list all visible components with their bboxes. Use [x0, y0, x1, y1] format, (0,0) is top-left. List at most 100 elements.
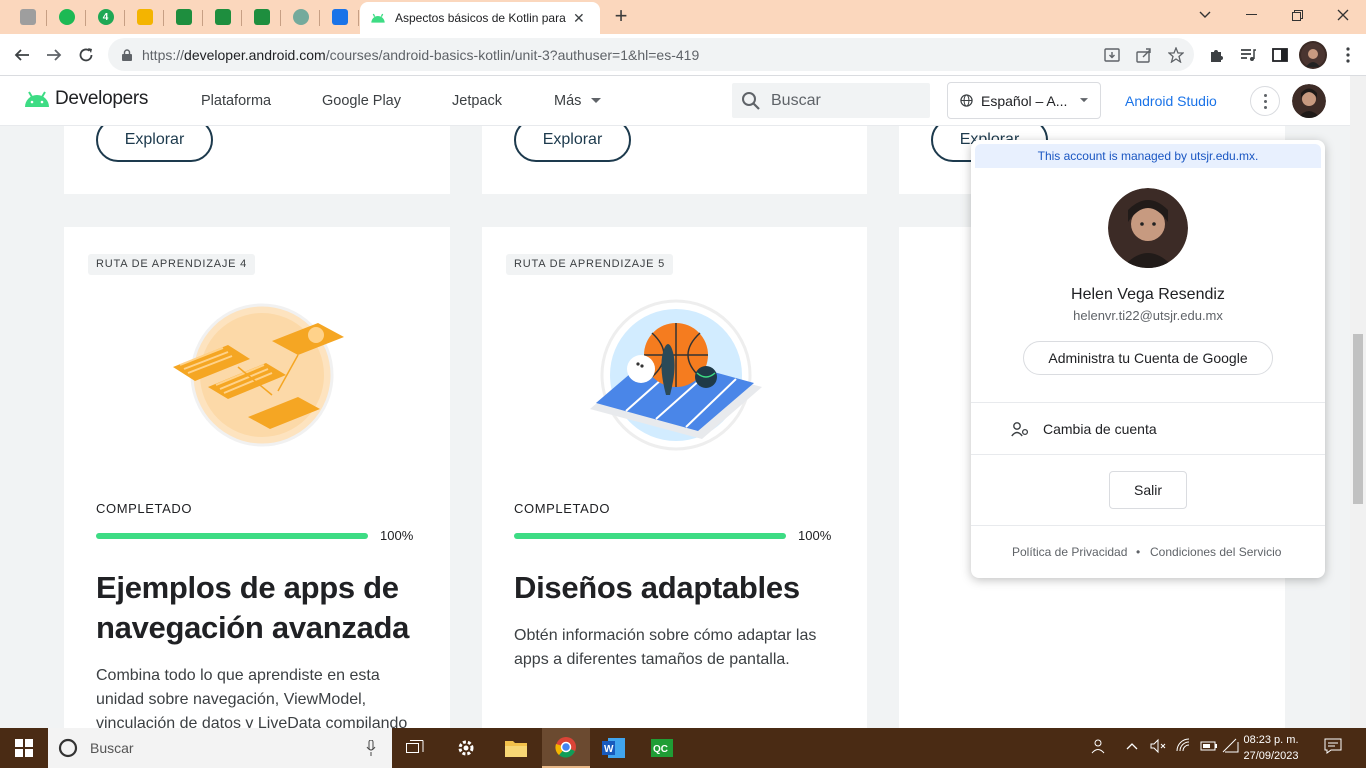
word-icon[interactable]: W [590, 728, 638, 768]
terms-of-service-link[interactable]: Condiciones del Servicio [1150, 545, 1281, 559]
address-bar[interactable]: https://developer.android.com/courses/an… [108, 38, 1194, 71]
course-card-top-2: Explorar [482, 126, 867, 194]
taskbar-search-input[interactable]: Buscar [48, 728, 392, 768]
share-icon[interactable] [1130, 41, 1158, 69]
classroom-icon [214, 9, 231, 25]
forward-arrow-icon[interactable] [40, 41, 68, 69]
people-icon[interactable] [1090, 738, 1106, 757]
classroom-icon [253, 9, 270, 25]
course-card-top-1: Explorar [64, 126, 450, 194]
chrome-taskbar-icon[interactable] [542, 728, 590, 768]
android-studio-link[interactable]: Android Studio [1125, 93, 1217, 109]
site-avatar[interactable] [1292, 84, 1326, 118]
side-panel-icon[interactable] [1266, 41, 1294, 69]
learning-path-chip: RUTA DE APRENDIZAJE 5 [506, 254, 674, 275]
close-tab-icon[interactable]: ✕ [573, 10, 585, 27]
restore-button[interactable] [1274, 0, 1320, 30]
card-title[interactable]: Diseños adaptables [514, 568, 854, 608]
developers-logo[interactable]: Developers [24, 88, 148, 110]
media-queue-icon[interactable] [1234, 41, 1262, 69]
svg-text:QC: QC [653, 744, 668, 755]
pinned-tab[interactable] [203, 4, 242, 30]
status-label: COMPLETADO [514, 501, 611, 516]
new-tab-button[interactable]: + [610, 5, 632, 27]
battery-icon[interactable] [1200, 738, 1218, 757]
tab-strip: 4 Aspectos básicos de Kotlin para ✕ + [0, 0, 1366, 34]
file-explorer-icon[interactable] [492, 728, 540, 768]
nav-plataforma[interactable]: Plataforma [201, 93, 271, 109]
task-view-icon[interactable] [392, 728, 440, 768]
settings-gear-icon[interactable] [442, 728, 490, 768]
account-email: helenvr.ti22@utsjr.edu.mx [1073, 308, 1223, 323]
pinned-tab[interactable] [320, 4, 359, 30]
nav-mas[interactable]: Más [554, 93, 602, 109]
active-tab-title: Aspectos básicos de Kotlin para [395, 11, 566, 25]
progress-percent: 100% [798, 528, 832, 543]
windows-start-icon[interactable] [0, 728, 48, 768]
wifi-icon[interactable] [1176, 738, 1192, 757]
nav-google-play[interactable]: Google Play [322, 93, 401, 109]
dropdown-arrow-icon [591, 98, 602, 104]
volume-muted-icon[interactable] [1150, 738, 1166, 757]
switch-account-item[interactable]: Cambia de cuenta [971, 403, 1325, 455]
account-name: Helen Vega Resendiz [1071, 286, 1225, 303]
pinned-tab[interactable] [164, 4, 203, 30]
progress-fill [514, 533, 786, 539]
site-search-input[interactable]: Buscar [732, 83, 930, 118]
clock-time: 08:23 p. m. [1243, 734, 1299, 746]
managed-account-notice: This account is managed by utsjr.edu.mx. [975, 144, 1321, 168]
search-placeholder: Buscar [771, 91, 821, 109]
card-description: Combina todo lo que aprendiste en esta u… [96, 667, 408, 728]
scrollbar-thumb[interactable] [1353, 334, 1363, 504]
card-title[interactable]: Ejemplos de apps de navegación avanzada [96, 568, 436, 648]
language-label: Español – A... [981, 92, 1068, 109]
manage-google-account-button[interactable]: Administra tu Cuenta de Google [1023, 341, 1273, 375]
clock-date: 27/09/2023 [1243, 750, 1299, 762]
privacy-policy-link[interactable]: Política de Privacidad [1012, 545, 1127, 559]
taskbar-search-placeholder: Buscar [90, 740, 134, 756]
android-head-icon [25, 91, 49, 107]
more-options-icon[interactable] [1250, 86, 1280, 116]
tray-chevron-icon[interactable] [1126, 738, 1138, 757]
switch-account-icon [1011, 422, 1029, 437]
back-arrow-icon[interactable] [8, 41, 36, 69]
system-clock[interactable]: 08:23 p. m. 27/09/2023 [1240, 732, 1302, 764]
close-window-button[interactable] [1320, 0, 1366, 30]
spotify-icon [58, 9, 75, 25]
tab-search-chevron-icon[interactable] [1182, 0, 1228, 30]
chrome-menu-icon[interactable] [1334, 41, 1362, 69]
globe-icon [960, 94, 973, 107]
url-text: https://developer.android.com/courses/an… [142, 46, 700, 63]
chatgpt-icon [292, 9, 309, 25]
pinned-tab[interactable]: 4 [86, 4, 125, 30]
qc-app-icon[interactable]: QC [638, 728, 686, 768]
pinned-tab[interactable] [125, 4, 164, 30]
install-icon[interactable] [1098, 41, 1126, 69]
account-popup: This account is managed by utsjr.edu.mx.… [971, 140, 1325, 578]
explore-button[interactable]: Explorar [514, 126, 631, 162]
divider [971, 525, 1325, 526]
card-description: Obtén información sobre cómo adaptar las… [514, 627, 817, 668]
pinned-tab[interactable] [47, 4, 86, 30]
minimize-button[interactable] [1228, 0, 1274, 30]
pinned-tab[interactable] [8, 4, 47, 30]
pinned-tab[interactable] [242, 4, 281, 30]
profile-avatar[interactable] [1299, 41, 1327, 69]
bookmark-star-icon[interactable] [1162, 41, 1190, 69]
network-disconnected-icon[interactable] [1222, 738, 1240, 757]
reload-icon[interactable] [72, 41, 100, 69]
notifications-icon[interactable] [1324, 738, 1342, 757]
active-tab[interactable]: Aspectos básicos de Kotlin para ✕ [360, 2, 600, 34]
cortana-circle-icon [58, 738, 78, 758]
account-avatar [1108, 188, 1188, 268]
sign-out-button[interactable]: Salir [1109, 471, 1187, 509]
nav-mas-label: Más [554, 93, 582, 109]
pinned-tab[interactable] [281, 4, 320, 30]
switch-account-label: Cambia de cuenta [1043, 421, 1157, 437]
extensions-puzzle-icon[interactable] [1202, 41, 1230, 69]
nav-jetpack[interactable]: Jetpack [452, 93, 502, 109]
language-select[interactable]: Español – A... [947, 82, 1101, 119]
explore-button[interactable]: Explorar [96, 126, 213, 162]
svg-text:W: W [604, 744, 614, 755]
progress-fill [96, 533, 368, 539]
